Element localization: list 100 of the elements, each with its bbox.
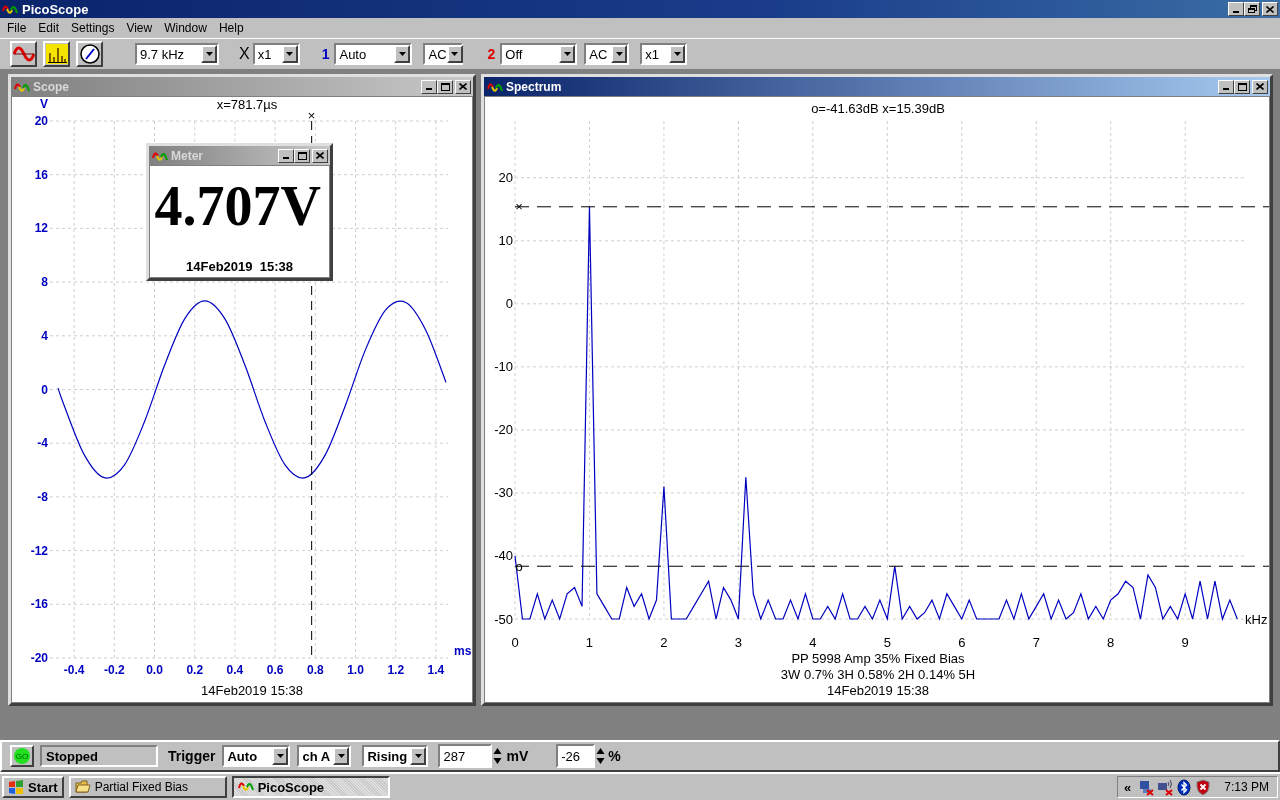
maximize-button[interactable] [294, 148, 310, 163]
menu-item[interactable]: Help [212, 21, 250, 35]
dropdown[interactable]: AC [423, 43, 464, 65]
menu-item[interactable]: View [120, 21, 159, 35]
network-error-icon[interactable] [1138, 778, 1155, 796]
sine-wave-icon [12, 45, 35, 63]
clock: 7:13 PM [1224, 780, 1269, 794]
axis-tick-label: 4 [41, 328, 48, 343]
scope-view-button[interactable] [10, 41, 37, 67]
axis-tick-label: 5 [883, 634, 891, 650]
dropdown-arrow-icon [615, 52, 623, 56]
cursor-readout: o=-41.63dB x=15.39dB [811, 100, 945, 116]
dropdown[interactable]: x1 [640, 43, 688, 65]
taskbar-button[interactable]: Partial Fixed Bias [68, 776, 227, 798]
close-button[interactable] [312, 148, 328, 163]
dropdown-arrow-icon [205, 52, 213, 56]
menu-item[interactable]: File [1, 21, 33, 35]
minimize-button[interactable] [278, 148, 294, 163]
spin-arrows-icon[interactable] [596, 746, 606, 766]
spin-arrows-icon[interactable] [493, 746, 503, 766]
maximize-button[interactable] [437, 79, 453, 94]
axis-tick-label: -40 [494, 548, 513, 564]
dropdown-arrow-icon [451, 52, 459, 56]
axis-tick-label: 0.6 [266, 663, 284, 677]
dropdown[interactable]: Off [500, 43, 578, 65]
axis-tick-label: -0.2 [104, 663, 125, 677]
restore-button[interactable] [1244, 2, 1260, 16]
minimize-button[interactable] [1218, 79, 1234, 94]
meter-view-button[interactable] [76, 41, 103, 67]
dropdown-arrow-icon [276, 754, 284, 758]
bluetooth-icon[interactable] [1176, 778, 1193, 796]
taskbar-button[interactable]: PicoScope [231, 776, 390, 798]
dropdown[interactable]: AC [584, 43, 630, 65]
axis-tick-label: 2 [660, 634, 668, 650]
axis-tick-label: 0 [41, 382, 48, 397]
menu-item[interactable]: Window [158, 21, 213, 35]
cursor-readout: x=781.7µs [216, 97, 278, 112]
axis-label: kHz [1245, 611, 1268, 627]
minimize-button[interactable] [421, 79, 437, 94]
cursor-line[interactable] [514, 206, 1269, 208]
chart-caption: 14Feb2019 15:38 [201, 682, 303, 698]
trigger-label: Trigger [168, 748, 216, 764]
axis-tick-label: 7 [1032, 634, 1040, 650]
title-bar[interactable]: PicoScope [0, 0, 1280, 18]
cursor-line[interactable] [514, 565, 1269, 567]
close-button[interactable] [1262, 2, 1278, 16]
dropdown[interactable]: 9.7 kHz [135, 43, 219, 65]
axis-tick-label: 3 [734, 634, 742, 650]
status-field: Stopped [40, 745, 158, 767]
wireless-error-icon[interactable] [1157, 778, 1174, 796]
meter-reading: 4.707V [153, 174, 322, 238]
window-title: PicoScope [22, 1, 90, 17]
axis-tick-label: -30 [494, 485, 513, 501]
restore-icon [1247, 5, 1257, 13]
close-button[interactable] [1252, 79, 1268, 94]
axis-tick-label: 4 [809, 634, 817, 650]
close-icon [459, 83, 467, 90]
channel-number: 1 [321, 46, 330, 62]
axis-tick-label: 6 [958, 634, 966, 650]
close-icon [1266, 5, 1274, 13]
axis-tick-label: 20 [498, 170, 513, 186]
dropdown[interactable]: ch A [297, 745, 352, 767]
chart-caption: 3W 0.7% 3H 0.58% 2H 0.14% 5H [780, 666, 976, 682]
axis-tick-label: 1.4 [427, 663, 445, 677]
axis-tick-label: -16 [30, 597, 48, 612]
gauge-icon [79, 44, 100, 64]
axis-tick-label: -10 [494, 359, 513, 375]
dropdown[interactable]: Rising [362, 745, 429, 767]
axis-tick-label: 0.4 [226, 663, 244, 677]
channel-number: 2 [487, 46, 496, 62]
axis-tick-label: 1.0 [347, 663, 364, 677]
minimize-button[interactable] [1228, 2, 1244, 16]
menu-item[interactable]: Edit [32, 21, 66, 35]
chart-caption: 14Feb2019 15:38 [827, 682, 929, 698]
window-title: Scope [33, 79, 70, 94]
dropdown[interactable]: Auto [222, 745, 291, 767]
tray-expand-button[interactable]: « [1124, 779, 1132, 795]
axis-tick-label: -0.4 [63, 663, 85, 677]
axis-tick-label: 9 [1181, 634, 1189, 650]
title-bar[interactable]: Spectrum [484, 77, 1270, 96]
menu-item[interactable]: Settings [65, 21, 121, 35]
dropdown-arrow-icon [414, 754, 422, 758]
axis-tick-label: 0.0 [146, 663, 163, 677]
cursor-marker: × [307, 107, 316, 123]
spectrum-view-button[interactable] [43, 41, 70, 67]
close-icon [316, 152, 324, 159]
close-button[interactable] [455, 79, 471, 94]
shield-icon[interactable] [1195, 778, 1212, 796]
axis-tick-label: 8 [41, 275, 48, 290]
dropdown[interactable]: x1 [252, 43, 300, 65]
axis-tick-label: -20 [494, 422, 513, 438]
multiplier-label: X [239, 45, 250, 63]
axis-tick-label: 0 [505, 296, 513, 312]
dropdown[interactable]: Auto [334, 43, 413, 65]
axis-tick-label: 0 [511, 634, 519, 650]
start-button[interactable]: Start [2, 776, 64, 798]
maximize-button[interactable] [1234, 79, 1250, 94]
axis-tick-label: 8 [1107, 634, 1115, 650]
go-button[interactable]: GO [10, 745, 34, 767]
axis-tick-label: 16 [34, 167, 48, 182]
